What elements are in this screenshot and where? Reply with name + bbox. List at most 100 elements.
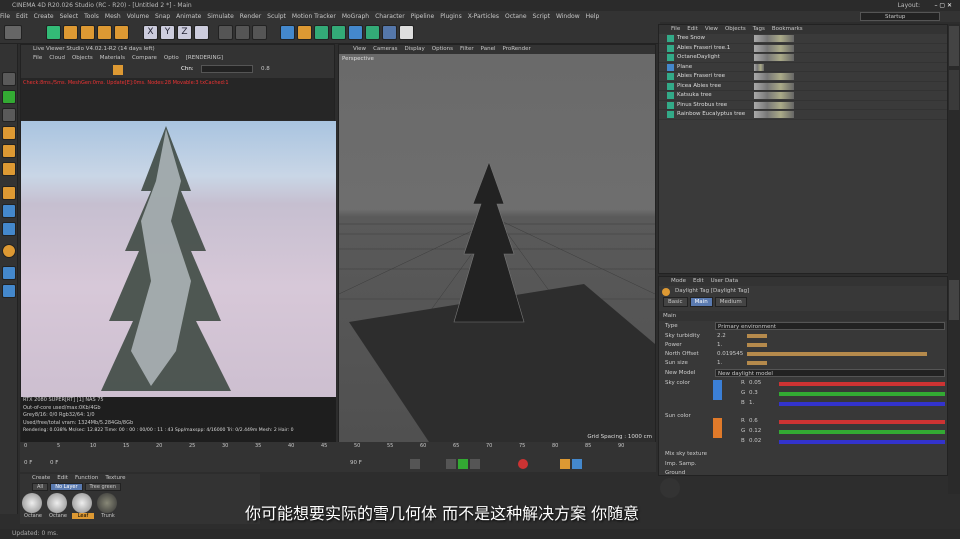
filter-no-layer[interactable]: No Layer [50, 483, 83, 491]
menu-view[interactable]: View [353, 46, 366, 52]
menu-file[interactable]: File [0, 13, 10, 20]
menu-select[interactable]: Select [60, 13, 79, 20]
channel-g-value[interactable]: 0.3 [749, 390, 758, 396]
menu-tools[interactable]: Tools [84, 13, 99, 20]
render-view-icon[interactable] [218, 25, 233, 40]
channel-g-slider[interactable] [779, 392, 945, 396]
next-frame-icon[interactable] [470, 459, 480, 469]
channel-dropdown[interactable] [201, 65, 253, 73]
tab-basic[interactable]: Basic [663, 297, 688, 307]
menu-octane[interactable]: Octane [505, 13, 527, 20]
points-mode-icon[interactable] [2, 126, 16, 140]
object-tags[interactable] [754, 73, 794, 80]
object-row[interactable]: Tree Snow [659, 34, 947, 44]
menu-function[interactable]: Function [75, 475, 98, 481]
material-item[interactable]: Octane [47, 493, 69, 521]
rotate-icon[interactable] [97, 25, 112, 40]
channel-value[interactable]: 0.8 [261, 66, 270, 72]
menu-edit[interactable]: Edit [57, 475, 68, 481]
object-tags[interactable] [754, 101, 794, 109]
move-icon[interactable] [63, 25, 78, 40]
menu-objects[interactable]: Objects [72, 55, 93, 61]
live-selection-icon[interactable] [46, 25, 61, 40]
planar-workplane-icon[interactable] [2, 284, 16, 298]
material-item[interactable]: Trunk [97, 493, 119, 521]
channel-r-slider[interactable] [779, 382, 945, 386]
min-frame-field[interactable]: 0 F [50, 460, 58, 466]
filter-all[interactable]: All [32, 483, 49, 491]
menu-script[interactable]: Script [533, 13, 550, 20]
menu-bookmarks[interactable]: Bookmarks [772, 26, 803, 32]
x-axis-button[interactable]: X [143, 25, 158, 40]
filter-tree-green[interactable]: Tree green [84, 483, 121, 491]
menu-mode[interactable]: Mode [671, 278, 686, 284]
material-item[interactable]: Octane [22, 493, 44, 521]
menu-cloud[interactable]: Cloud [49, 55, 65, 61]
light-icon[interactable] [399, 25, 414, 40]
viewport-canvas[interactable]: Perspective Grid Spacing : 1000 cm [338, 54, 656, 442]
object-tags[interactable] [754, 54, 794, 61]
undo-button[interactable] [4, 25, 22, 40]
menu-objects[interactable]: Objects [725, 26, 746, 32]
channel-r-value[interactable]: 0.6 [749, 418, 758, 424]
scale-key-icon[interactable] [572, 459, 582, 469]
cloner-icon[interactable] [331, 25, 346, 40]
attr-slider[interactable] [747, 361, 767, 365]
menu-edit[interactable]: Edit [16, 13, 28, 20]
cube-icon[interactable] [280, 25, 295, 40]
channel-b-slider[interactable] [779, 440, 945, 444]
channel-b-slider[interactable] [779, 402, 945, 406]
attr-value[interactable]: 0.019545 [715, 350, 743, 358]
y-axis-button[interactable]: Y [160, 25, 175, 40]
locked-workplane-icon[interactable] [2, 266, 16, 280]
object-row[interactable]: Abies Fraseri tree [659, 72, 947, 82]
z-axis-button[interactable]: Z [177, 25, 192, 40]
menu-render[interactable]: Render [240, 13, 261, 20]
current-frame-field[interactable]: 0 F [24, 460, 32, 466]
menu-edit[interactable]: Edit [693, 278, 704, 284]
menu-cameras[interactable]: Cameras [373, 46, 397, 52]
menu-help[interactable]: Help [586, 13, 600, 20]
menu-create[interactable]: Create [32, 475, 50, 481]
menu-file[interactable]: File [671, 26, 680, 32]
channel-b-value[interactable]: 0.02 [749, 438, 761, 444]
menu-pipeline[interactable]: Pipeline [411, 13, 434, 20]
go-to-start-icon[interactable] [410, 459, 420, 469]
menu-x-particles[interactable]: X-Particles [468, 13, 499, 20]
tab-medium[interactable]: Medium [714, 297, 747, 307]
coord-system-icon[interactable] [194, 25, 209, 40]
channel-r-value[interactable]: 0.05 [749, 380, 761, 386]
object-row[interactable]: OctaneDaylight [659, 53, 947, 63]
object-row[interactable]: Katsuka tree [659, 91, 947, 101]
material-item[interactable]: Leaf [72, 493, 94, 521]
menu-simulate[interactable]: Simulate [207, 13, 234, 20]
menu-panel[interactable]: Panel [481, 46, 496, 52]
attr-value[interactable]: 1. [715, 341, 737, 349]
color-swatch[interactable] [713, 380, 722, 400]
menu-volume[interactable]: Volume [127, 13, 149, 20]
tweak-icon[interactable] [2, 204, 16, 218]
layout-dropdown[interactable]: Startup [860, 12, 940, 21]
menu-create[interactable]: Create [34, 13, 54, 20]
window-controls[interactable]: – ▢ ✕ [934, 0, 952, 11]
snap-icon[interactable] [2, 222, 16, 236]
attr-slider[interactable] [747, 343, 767, 347]
object-tags[interactable] [754, 111, 794, 118]
menu-user-data[interactable]: User Data [711, 278, 738, 284]
end-frame-field[interactable]: 90 F [350, 460, 362, 466]
object-tags[interactable] [754, 35, 794, 42]
make-editable-icon[interactable] [2, 72, 16, 86]
object-row[interactable]: Pinus Strobus tree [659, 101, 947, 110]
floor-icon[interactable] [365, 25, 380, 40]
menu-mesh[interactable]: Mesh [105, 13, 121, 20]
object-tags[interactable] [754, 92, 794, 99]
menu-mograph[interactable]: MoGraph [342, 13, 369, 20]
render-to-picture-viewer-icon[interactable] [235, 25, 250, 40]
menu-view[interactable]: View [705, 26, 718, 32]
recent-tool-icon[interactable] [114, 25, 129, 40]
polygons-mode-icon[interactable] [2, 162, 16, 176]
attr-value[interactable]: 2.2 [715, 332, 737, 340]
deformer-icon[interactable] [348, 25, 363, 40]
camera-icon[interactable] [382, 25, 397, 40]
axis-icon[interactable] [2, 186, 16, 200]
